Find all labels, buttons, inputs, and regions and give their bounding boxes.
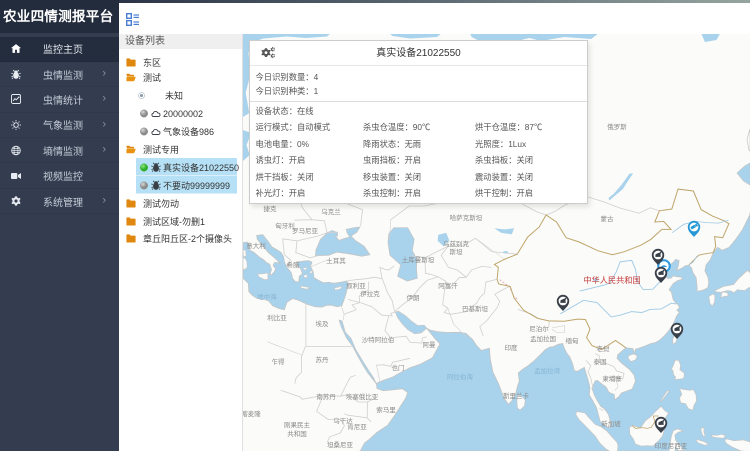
svg-text:南苏丹: 南苏丹 <box>316 392 336 401</box>
svg-text:泰国: 泰国 <box>594 357 607 366</box>
svg-text:柬埔寨: 柬埔寨 <box>602 374 622 383</box>
svg-text:老挝: 老挝 <box>597 344 611 353</box>
svg-text:孟加拉国: 孟加拉国 <box>530 334 556 343</box>
svg-text:乌兹别克: 乌兹别克 <box>443 239 470 248</box>
svg-text:罗马尼亚: 罗马尼亚 <box>292 227 319 235</box>
svg-text:斯坦: 斯坦 <box>450 247 464 256</box>
svg-text:乌干达: 乌干达 <box>333 416 353 425</box>
svg-text:孟加拉湾: 孟加拉湾 <box>534 366 561 375</box>
svg-text:苏丹: 苏丹 <box>316 355 330 364</box>
svg-text:希腊: 希腊 <box>287 260 301 269</box>
svg-text:哈萨克斯坦: 哈萨克斯坦 <box>450 213 483 222</box>
svg-text:埃塞俄比亚: 埃塞俄比亚 <box>346 392 379 401</box>
svg-text:斯里兰卡: 斯里兰卡 <box>503 391 530 400</box>
svg-text:土耳其: 土耳其 <box>326 256 346 265</box>
svg-text:印度尼西亚: 印度尼西亚 <box>655 441 688 450</box>
svg-text:缅甸: 缅甸 <box>566 336 579 345</box>
svg-text:意大利: 意大利 <box>246 241 266 250</box>
svg-text:中华人民共和国: 中华人民共和国 <box>583 275 640 285</box>
svg-text:叙利亚: 叙利亚 <box>346 281 366 290</box>
svg-text:阿富汗: 阿富汗 <box>438 281 458 290</box>
svg-text:俄罗斯: 俄罗斯 <box>607 122 627 131</box>
svg-text:也门: 也门 <box>392 363 405 372</box>
svg-text:索马里: 索马里 <box>376 405 396 414</box>
svg-text:新加坡: 新加坡 <box>601 419 621 428</box>
svg-text:伊拉克: 伊拉克 <box>360 289 380 298</box>
svg-text:埃及: 埃及 <box>316 319 330 328</box>
svg-text:乍得: 乍得 <box>272 357 286 366</box>
svg-text:坦桑尼亚: 坦桑尼亚 <box>327 440 354 449</box>
svg-text:乌克兰: 乌克兰 <box>321 207 341 216</box>
svg-text:地中海: 地中海 <box>257 292 277 301</box>
svg-text:伊朗: 伊朗 <box>407 293 420 302</box>
svg-text:利比亚: 利比亚 <box>267 313 287 322</box>
svg-text:捷克: 捷克 <box>264 204 278 213</box>
svg-text:沙特阿拉伯: 沙特阿拉伯 <box>362 335 395 344</box>
svg-text:阿曼: 阿曼 <box>423 340 437 349</box>
svg-text:共和国: 共和国 <box>287 429 307 438</box>
svg-text:刚果民主: 刚果民主 <box>284 420 311 429</box>
svg-text:土库曼斯坦: 土库曼斯坦 <box>402 255 435 264</box>
svg-text:喀麦隆: 喀麦隆 <box>243 409 261 418</box>
svg-text:巴基斯坦: 巴基斯坦 <box>462 304 489 313</box>
svg-text:蒙古: 蒙古 <box>601 214 615 223</box>
svg-text:阿拉伯海: 阿拉伯海 <box>447 372 474 381</box>
svg-text:尼泊尔: 尼泊尔 <box>529 324 549 333</box>
svg-text:印度: 印度 <box>505 343 519 352</box>
